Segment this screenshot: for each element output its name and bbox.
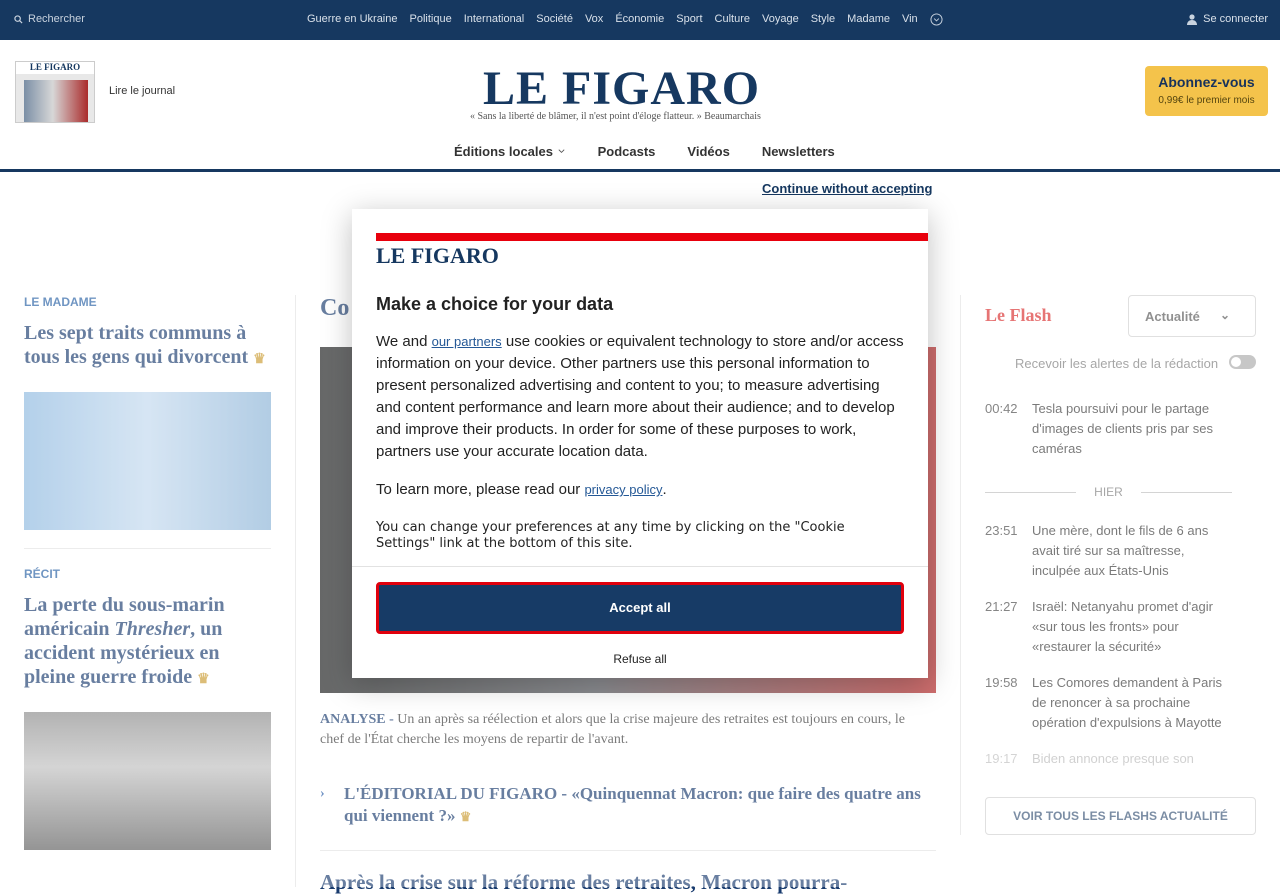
read-newspaper-link[interactable]: Lire le journal [109,85,175,97]
consent-text: . [662,481,667,498]
chevron-down-icon [558,149,565,154]
user-icon [1187,13,1198,25]
consent-text: To learn more, please read our [376,481,585,498]
motto: « Sans la liberté de blâmer, il n'est po… [470,111,761,122]
nav-item[interactable]: Société [536,13,573,26]
nav-item[interactable]: Guerre en Ukraine [307,13,398,26]
nav-item[interactable]: Politique [410,13,452,26]
top-bar: Rechercher Guerre en Ukraine Politique I… [0,0,1280,40]
site-header: LE FIGARO Lire le journal LE FIGARO « Sa… [0,40,1280,172]
journal-cover-image [24,80,88,122]
privacy-paragraph: To learn more, please read our privacy p… [376,479,896,501]
nav-item[interactable]: Vin [902,13,918,26]
nav-item[interactable]: Sport [676,13,702,26]
preferences-paragraph: You can change your preferences at any t… [376,520,845,551]
nav-item[interactable]: Culture [715,13,750,26]
section-navigation: Éditions locales Podcasts Vidéos Newslet… [454,144,835,159]
consent-text: We and [376,333,432,350]
nav-videos[interactable]: Vidéos [687,144,729,159]
journal-masthead: LE FIGARO [16,62,94,74]
modal-title: Make a choice for your data [376,294,614,314]
consent-description: We and our partners use cookies or equiv… [376,331,906,463]
login-button[interactable]: Se connecter [1187,13,1268,25]
search-button[interactable]: Rechercher [14,13,85,25]
journal-thumbnail[interactable]: LE FIGARO [15,61,95,123]
modal-divider [352,566,928,567]
consent-text: use cookies or equivalent technology to … [376,333,904,460]
nav-item[interactable]: Économie [615,13,664,26]
consent-modal: LE FIGARO Make a choice for your data We… [352,209,928,678]
nav-newsletters[interactable]: Newsletters [762,144,835,159]
nav-item[interactable]: Voyage [762,13,799,26]
nav-item[interactable]: International [464,13,525,26]
red-accent-bar [376,233,928,241]
nav-item[interactable]: Style [811,13,835,26]
nav-local-editions[interactable]: Éditions locales [454,144,566,159]
nav-item[interactable]: Vox [585,13,603,26]
partners-link[interactable]: our partners [432,334,502,349]
accept-all-button[interactable]: Accept all [376,582,904,634]
refuse-all-button[interactable]: Refuse all [352,652,928,666]
subscribe-price: 0,99€ le premier mois [1158,95,1255,106]
search-icon [14,14,23,24]
nav-podcasts[interactable]: Podcasts [598,144,656,159]
search-label: Rechercher [28,13,85,25]
privacy-policy-link[interactable]: privacy policy [584,482,662,497]
modal-logo: LE FIGARO [376,243,499,268]
nav-item[interactable]: Madame [847,13,890,26]
chevron-down-icon[interactable] [930,13,943,26]
site-logo[interactable]: LE FIGARO [483,61,760,116]
top-navigation: Guerre en Ukraine Politique Internationa… [307,13,943,26]
nav-local-editions-label: Éditions locales [454,144,553,159]
continue-without-accepting-link[interactable]: Continue without accepting [762,181,932,196]
login-label: Se connecter [1203,13,1268,25]
subscribe-title: Abonnez-vous [1158,74,1255,90]
subscribe-button[interactable]: Abonnez-vous 0,99€ le premier mois [1145,66,1268,116]
